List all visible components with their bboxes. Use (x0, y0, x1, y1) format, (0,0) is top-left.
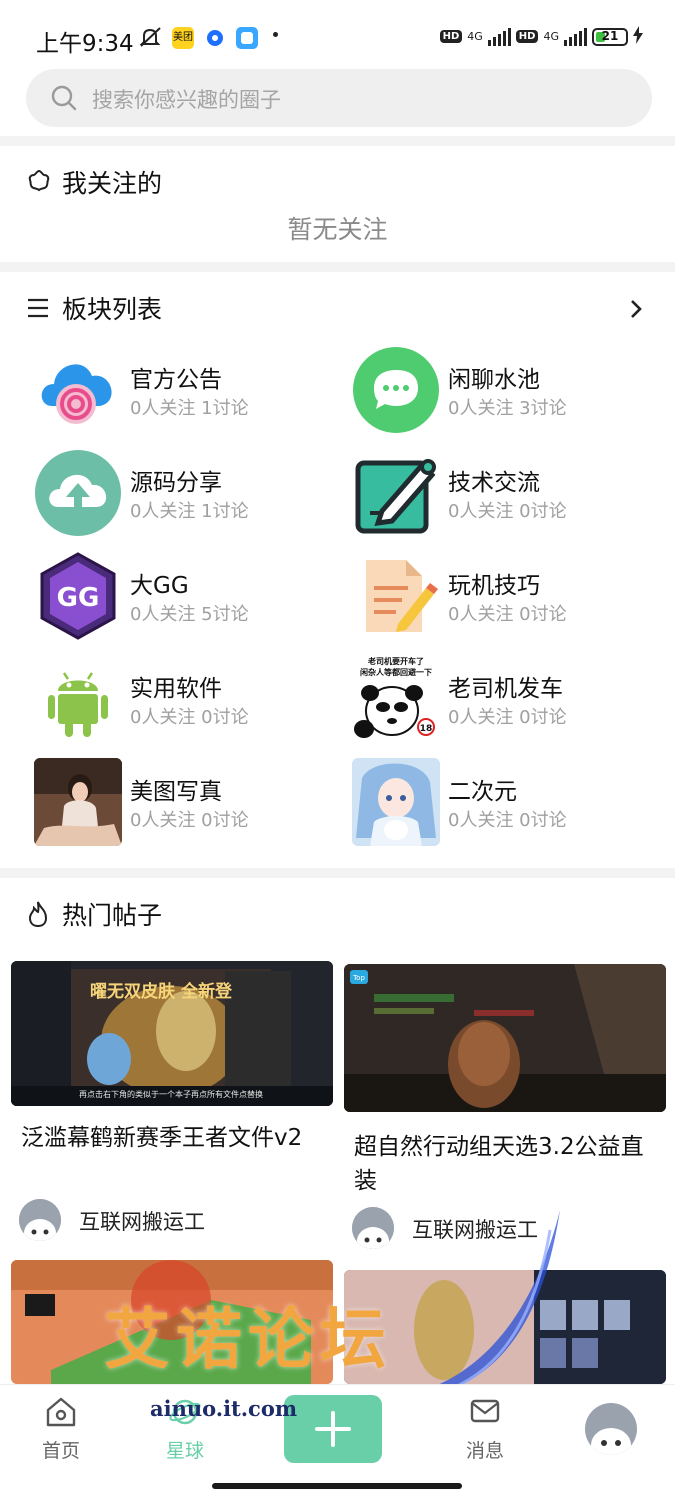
board-name: 美图写真 (130, 779, 222, 805)
gg-logo-text: GG (57, 583, 100, 613)
board-name: 闲聊水池 (448, 367, 540, 393)
hd-badge-2: HD (515, 30, 539, 43)
plus-icon (315, 1411, 351, 1447)
board-name: 官方公告 (130, 367, 222, 393)
notification-dot-icon (273, 32, 278, 37)
charging-icon (633, 26, 643, 47)
signal-icon-2 (564, 27, 587, 46)
photo-thumbnail (34, 758, 122, 846)
post-title: 超自然行动组天选3.2公益直装 (354, 1134, 644, 1194)
battery-icon: 21 (592, 27, 628, 46)
android-icon (34, 655, 122, 743)
section-divider (0, 136, 675, 146)
post-image-subcaption: 再点击右下角的类似于一个本子再点所有文件点替换 (79, 1089, 263, 1099)
board-meta: 0人关注 0讨论 (448, 707, 567, 728)
message-icon (470, 1399, 500, 1423)
board-meta: 0人关注 0讨论 (130, 707, 249, 728)
hot-posts-title: 热门帖子 (62, 901, 163, 930)
status-bar: 上午9:34 美团 HD 4G HD 4G 21 (0, 0, 675, 68)
board-name: 玩机技巧 (448, 573, 540, 599)
status-indicators: HD 4G HD 4G 21 (439, 26, 643, 47)
board-item-software[interactable]: 实用软件 0人关注 0讨论 (34, 655, 334, 747)
anime-thumbnail (352, 758, 440, 846)
board-item-gg[interactable]: GG 大GG 0人关注 5讨论 (34, 552, 334, 644)
search-icon (51, 85, 77, 111)
board-name: 源码分享 (130, 470, 222, 496)
chevron-right-icon[interactable] (628, 298, 644, 324)
meme-caption-line2: 闲杂人等都回避一下 (360, 667, 432, 677)
post-image: Top (344, 964, 666, 1112)
section-divider (0, 262, 675, 272)
board-meta: 0人关注 0讨论 (448, 810, 567, 831)
hd-badge: HD (439, 30, 463, 43)
meme-caption-line1: 老司机要开车了 (367, 656, 424, 666)
board-meta: 0人关注 3讨论 (448, 398, 567, 419)
board-name: 老司机发车 (448, 676, 563, 702)
battery-level: 21 (601, 28, 619, 43)
cloud-upload-icon (34, 449, 122, 537)
board-item-anime[interactable]: 二次元 0人关注 0讨论 (352, 758, 652, 850)
menu-list-icon (26, 296, 50, 324)
post-image-badge: Top (352, 974, 365, 982)
post-title: 泛滥幕鹤新赛季王者文件v2 (21, 1125, 303, 1151)
following-title: 我关注的 (62, 169, 163, 198)
search-placeholder: 搜索你感兴趣的圈子 (92, 88, 281, 112)
add-post-button[interactable] (284, 1395, 382, 1463)
post-image-caption: 曜无双皮肤 全新登 (90, 981, 233, 1002)
tab-label: 星球 (165, 1440, 204, 1462)
pen-notebook-icon (352, 449, 440, 537)
star-outline-icon (26, 168, 52, 198)
empty-following-text: 暂无关注 (287, 215, 388, 244)
flame-icon (26, 900, 50, 932)
board-item-announcements[interactable]: 官方公告 0人关注 1讨论 (34, 346, 334, 438)
board-name: 二次元 (448, 779, 517, 805)
tab-messages[interactable]: 消息 (460, 1395, 510, 1463)
meituan-app-icon: 美团 (172, 27, 194, 49)
browser-app-icon (204, 27, 226, 49)
home-icon (46, 1397, 76, 1427)
chat-bubble-icon (352, 346, 440, 434)
board-meta: 0人关注 1讨论 (130, 501, 249, 522)
boards-title: 板块列表 (62, 295, 163, 324)
board-meta: 0人关注 5讨论 (130, 604, 249, 625)
tab-label: 消息 (465, 1440, 504, 1462)
board-item-tech[interactable]: 技术交流 0人关注 0讨论 (352, 449, 652, 541)
network-type-2: 4G (543, 30, 559, 43)
board-item-chat[interactable]: 闲聊水池 0人关注 3讨论 (352, 346, 652, 438)
network-type: 4G (467, 30, 483, 43)
board-name: 实用软件 (130, 676, 222, 702)
board-item-driver[interactable]: 老司机要开车了 闲杂人等都回避一下 18 老司机发车 0人关注 0讨论 (352, 655, 652, 747)
board-meta: 0人关注 0讨论 (448, 501, 567, 522)
home-indicator (212, 1483, 462, 1489)
board-item-source-code[interactable]: 源码分享 0人关注 1讨论 (34, 449, 334, 541)
profile-avatar[interactable] (585, 1403, 637, 1455)
tab-label: 首页 (41, 1440, 80, 1462)
post-author: 互联网搬运工 (79, 1210, 205, 1234)
avatar (19, 1199, 61, 1241)
board-meta: 0人关注 0讨论 (448, 604, 567, 625)
signal-icon (487, 27, 511, 46)
document-pencil-icon (352, 552, 440, 640)
watermark-url: ainuo.it.com (150, 1396, 298, 1421)
watermark-text: 艾诺论坛 (104, 1301, 392, 1378)
status-time: 上午9:34 (36, 31, 134, 57)
age-badge: 18 (420, 724, 433, 734)
app-icon (236, 27, 258, 49)
board-item-tips[interactable]: 玩机技巧 0人关注 0讨论 (352, 552, 652, 644)
board-name: 大GG (130, 573, 189, 599)
search-bar[interactable]: 搜索你感兴趣的圈子 (26, 69, 652, 127)
board-item-photos[interactable]: 美图写真 0人关注 0讨论 (34, 758, 334, 850)
cloud-lollipop-icon (34, 346, 122, 434)
board-name: 技术交流 (448, 470, 540, 496)
tab-home[interactable]: 首页 (36, 1395, 86, 1463)
section-divider (0, 868, 675, 878)
post-image: 曜无双皮肤 全新登再点击右下角的类似于一个本子再点所有文件点替换 (11, 961, 333, 1106)
board-meta: 0人关注 0讨论 (130, 810, 249, 831)
game-guardian-icon: GG (34, 552, 122, 640)
panda-meme-image: 老司机要开车了 闲杂人等都回避一下 18 (352, 655, 440, 743)
board-meta: 0人关注 1讨论 (130, 398, 249, 419)
mute-icon (138, 26, 164, 52)
